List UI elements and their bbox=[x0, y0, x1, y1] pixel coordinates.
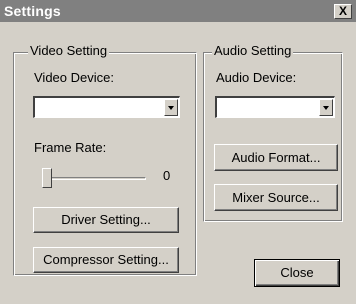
audio-format-button[interactable]: Audio Format... bbox=[214, 144, 338, 171]
mixer-source-button[interactable]: Mixer Source... bbox=[214, 184, 338, 211]
compressor-setting-button[interactable]: Compressor Setting... bbox=[33, 247, 179, 273]
frame-rate-value: 0 bbox=[163, 168, 171, 183]
video-device-label: Video Device: bbox=[34, 70, 114, 85]
frame-rate-slider[interactable] bbox=[42, 168, 52, 188]
close-glyph: X bbox=[338, 4, 347, 18]
window-title: Settings bbox=[4, 3, 61, 19]
audio-device-label: Audio Device: bbox=[216, 70, 297, 85]
chevron-down-icon[interactable] bbox=[164, 99, 178, 116]
frame-rate-track bbox=[42, 177, 146, 180]
close-icon[interactable]: X bbox=[334, 4, 352, 19]
video-group-title: Video Setting bbox=[28, 43, 110, 58]
settings-window: Settings X Video Setting Video Device: F… bbox=[0, 0, 356, 304]
close-button[interactable]: Close bbox=[254, 259, 340, 287]
video-setting-group bbox=[13, 52, 197, 276]
audio-group-title: Audio Setting bbox=[212, 43, 294, 58]
frame-rate-label: Frame Rate: bbox=[34, 140, 107, 155]
audio-device-select[interactable] bbox=[215, 96, 335, 118]
title-bar: Settings X bbox=[0, 0, 356, 22]
video-device-select[interactable] bbox=[33, 96, 180, 118]
chevron-down-icon[interactable] bbox=[319, 99, 333, 116]
driver-setting-button[interactable]: Driver Setting... bbox=[33, 207, 179, 233]
